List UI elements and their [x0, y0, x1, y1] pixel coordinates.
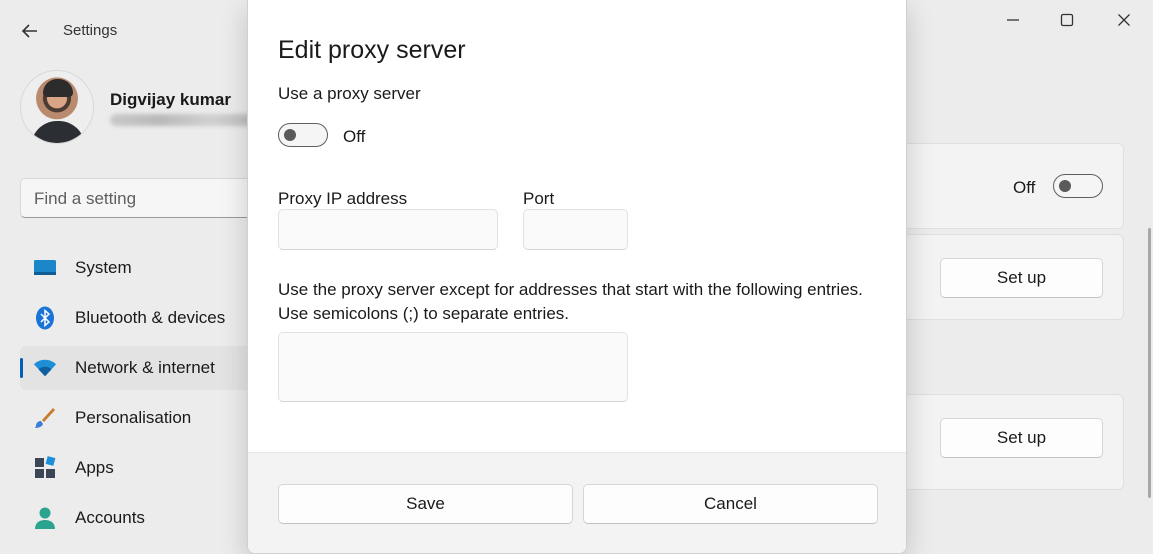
avatar[interactable]: [20, 70, 94, 144]
exceptions-description: Use the proxy server except for addresse…: [278, 278, 863, 326]
port-label: Port: [523, 189, 555, 208]
apps-icon: [33, 456, 57, 480]
toggle-knob: [1059, 180, 1071, 192]
active-indicator: [20, 358, 23, 378]
sidebar-item-label: Accounts: [75, 508, 145, 527]
scrollbar[interactable]: [1148, 228, 1151, 498]
exceptions-input[interactable]: [278, 332, 628, 402]
proxy-ip-label: Proxy IP address: [278, 189, 408, 208]
proxy-ip-input[interactable]: [278, 209, 498, 250]
setup-button[interactable]: Set up: [940, 258, 1103, 298]
wifi-icon: [33, 356, 57, 380]
port-input[interactable]: [523, 209, 628, 250]
bluetooth-icon: [33, 306, 57, 330]
exceptions-description-line2: Use semicolons (;) to separate entries.: [278, 304, 570, 323]
back-arrow-icon[interactable]: [18, 20, 42, 42]
use-proxy-label: Use a proxy server: [278, 84, 421, 103]
setup-button[interactable]: Set up: [940, 418, 1103, 458]
minimize-icon[interactable]: [993, 8, 1033, 32]
user-name: Digvijay kumar: [110, 90, 231, 109]
sidebar-item-system[interactable]: System: [20, 246, 260, 290]
sidebar-item-label: Network & internet: [75, 358, 215, 377]
sidebar-item-bluetooth[interactable]: Bluetooth & devices: [20, 296, 260, 340]
monitor-icon: [33, 256, 57, 280]
save-button[interactable]: Save: [278, 484, 573, 524]
search-input[interactable]: Find a setting: [20, 178, 260, 218]
user-email-blurred: [110, 114, 260, 126]
dialog-title: Edit proxy server: [278, 36, 466, 64]
sidebar-item-network[interactable]: Network & internet: [20, 346, 260, 390]
use-proxy-state-label: Off: [343, 127, 366, 146]
sidebar-item-accounts[interactable]: Accounts: [20, 496, 260, 540]
cancel-button[interactable]: Cancel: [583, 484, 878, 524]
avatar-cap: [43, 79, 73, 97]
maximize-icon[interactable]: [1047, 8, 1087, 32]
person-icon: [33, 506, 57, 530]
edit-proxy-dialog: Edit proxy server Use a proxy server Off…: [247, 0, 907, 554]
sidebar-item-label: System: [75, 258, 132, 277]
exceptions-description-line1: Use the proxy server except for addresse…: [278, 280, 863, 299]
sidebar-item-personalisation[interactable]: Personalisation: [20, 396, 260, 440]
dialog-footer: Save Cancel: [248, 452, 906, 553]
avatar-body: [31, 121, 85, 143]
auto-detect-state-label: Off: [1013, 178, 1036, 197]
auto-detect-toggle[interactable]: [1053, 174, 1103, 198]
app-title: Settings: [63, 22, 118, 39]
close-icon[interactable]: [1104, 8, 1144, 32]
sidebar-nav: System Bluetooth & devices Network & int…: [20, 246, 260, 546]
toggle-knob: [284, 129, 296, 141]
sidebar-item-label: Bluetooth & devices: [75, 308, 226, 327]
search-placeholder: Find a setting: [34, 189, 137, 208]
sidebar-item-label: Personalisation: [75, 408, 192, 427]
brush-icon: [33, 406, 57, 430]
sidebar-item-apps[interactable]: Apps: [20, 446, 260, 490]
use-proxy-toggle[interactable]: [278, 123, 328, 147]
sidebar-item-label: Apps: [75, 458, 114, 477]
